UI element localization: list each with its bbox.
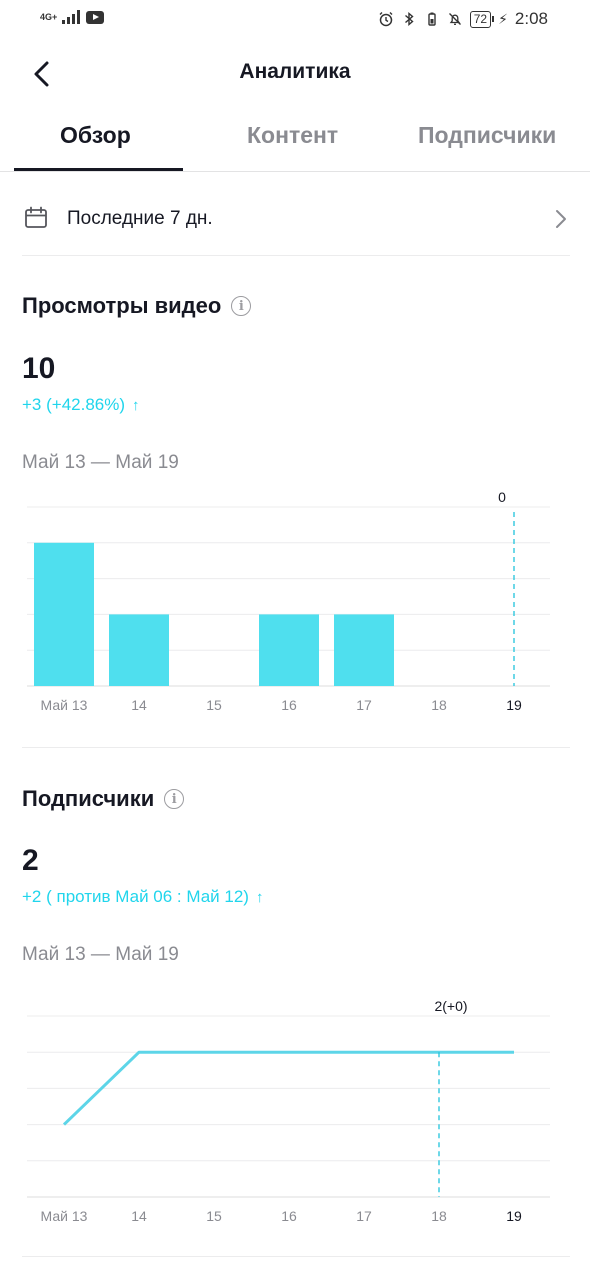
header: Аналитика bbox=[0, 44, 590, 104]
views-section-title: Просмотры видео i bbox=[22, 293, 252, 319]
status-bar: 4G+ 72 ⚡ 2:08 bbox=[0, 0, 590, 40]
followers-delta-text: +2 ( против Май 06 : Май 12) bbox=[22, 887, 249, 906]
followers-line-chart: Май 13 14 15 16 17 18 19 2(+0) bbox=[27, 998, 550, 1224]
charging-icon: ⚡ bbox=[498, 10, 508, 27]
views-delta-text: +3 (+42.86%) bbox=[22, 395, 126, 414]
battery-saver-icon bbox=[428, 12, 436, 26]
x-tick-label: 18 bbox=[431, 697, 447, 713]
chevron-right-icon bbox=[556, 210, 566, 228]
page-title: Аналитика bbox=[239, 60, 351, 83]
x-tick-label: 16 bbox=[281, 1208, 297, 1224]
info-icon[interactable]: i bbox=[164, 789, 185, 809]
x-tick-label: 19 bbox=[506, 1208, 522, 1224]
battery-indicator: 72 bbox=[469, 10, 495, 28]
x-tick-label: 14 bbox=[131, 697, 147, 713]
bar-0 bbox=[34, 542, 94, 686]
tab-overview[interactable]: Обзор bbox=[60, 122, 131, 149]
date-range-selector[interactable]: Последние 7 дн. bbox=[22, 180, 570, 256]
followers-value: 2 bbox=[22, 844, 39, 877]
arrow-up-icon: ↑ bbox=[132, 396, 140, 414]
selected-value-label: 2(+0) bbox=[434, 998, 467, 1014]
x-tick-label: Май 13 bbox=[41, 1208, 88, 1224]
active-tab-indicator bbox=[14, 168, 183, 171]
section-divider bbox=[22, 747, 570, 748]
selected-value-label: 0 bbox=[498, 489, 506, 505]
network-type: 4G+ bbox=[40, 11, 58, 22]
status-time: 2:08 bbox=[514, 9, 548, 28]
followers-section-title: Подписчики i bbox=[22, 786, 185, 812]
views-date-range: Май 13 — Май 19 bbox=[22, 452, 179, 473]
status-left: 4G+ bbox=[40, 10, 104, 24]
bluetooth-icon bbox=[404, 11, 414, 27]
alarm-icon bbox=[379, 12, 393, 27]
bar-1 bbox=[109, 614, 169, 686]
x-tick-label: Май 13 bbox=[41, 697, 88, 713]
x-tick-label: 17 bbox=[356, 697, 372, 713]
signal-icon bbox=[62, 10, 80, 24]
youtube-icon bbox=[86, 10, 104, 24]
x-tick-label: 18 bbox=[431, 1208, 447, 1224]
tab-followers[interactable]: Подписчики bbox=[418, 122, 556, 149]
info-icon[interactable]: i bbox=[231, 296, 252, 316]
views-title: Просмотры видео bbox=[22, 293, 222, 318]
section-divider bbox=[22, 1256, 570, 1257]
arrow-up-icon: ↑ bbox=[255, 888, 264, 906]
followers-date-range: Май 13 — Май 19 bbox=[22, 944, 179, 965]
followers-delta: +2 ( против Май 06 : Май 12) ↑ bbox=[22, 887, 263, 907]
views-value: 10 bbox=[22, 352, 56, 385]
x-tick-label: 15 bbox=[206, 697, 222, 713]
bar-3 bbox=[259, 614, 319, 686]
followers-title: Подписчики bbox=[22, 786, 155, 811]
date-range-label: Последние 7 дн. bbox=[67, 208, 213, 229]
tab-bar: Обзор Контент Подписчики bbox=[0, 108, 590, 172]
x-tick-label: 19 bbox=[506, 697, 522, 713]
x-tick-label: 15 bbox=[206, 1208, 222, 1224]
x-tick-label: 14 bbox=[131, 1208, 147, 1224]
views-delta: +3 (+42.86%) ↑ bbox=[22, 395, 140, 415]
x-tick-label: 16 bbox=[281, 697, 297, 713]
bar-4 bbox=[334, 614, 394, 686]
tab-content[interactable]: Контент bbox=[247, 122, 338, 149]
mute-bell-icon bbox=[448, 13, 461, 25]
x-tick-label: 17 bbox=[356, 1208, 372, 1224]
calendar-icon bbox=[25, 206, 47, 228]
views-bar-chart: Май 13 14 15 16 17 18 19 0 bbox=[27, 489, 550, 713]
status-right: 72 ⚡ 2:08 bbox=[378, 9, 548, 29]
